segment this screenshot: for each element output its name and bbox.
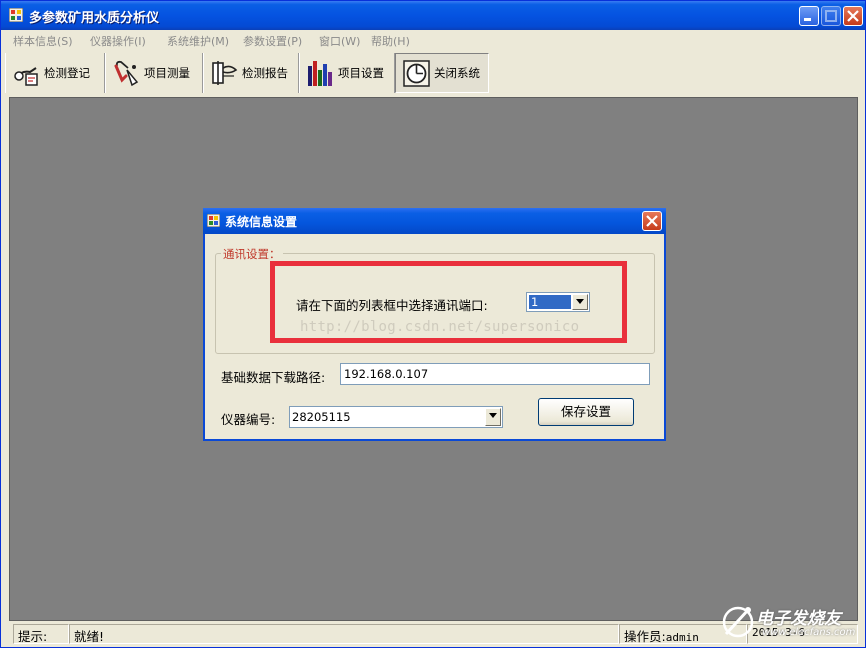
title-bar: 多参数矿用水质分析仪 <box>1 1 865 30</box>
report-button[interactable]: 检测报告 <box>203 53 299 93</box>
status-hint-value: 就绪! <box>69 624 619 644</box>
chevron-down-icon <box>489 413 497 418</box>
dialog-app-icon <box>207 214 220 227</box>
project-settings-label: 项目设置 <box>338 66 384 80</box>
window-bottom-edge <box>0 647 600 648</box>
report-icon <box>212 61 238 85</box>
annotation-highlight-box <box>270 261 627 343</box>
minimize-icon <box>804 18 811 21</box>
dialog-close-button[interactable] <box>642 211 662 231</box>
project-settings-button[interactable]: 项目设置 <box>299 53 395 93</box>
site-logo: 电子发烧友 www.elecfans.com <box>718 594 866 650</box>
register-button[interactable]: 检测登记 <box>5 53 105 93</box>
menu-bar: 样本信息(S) 仪器操作(I) 系统维护(M) 参数设置(P) 窗口(W) 帮助… <box>1 30 865 50</box>
status-operator-value: admin <box>665 631 699 644</box>
minimize-button[interactable] <box>799 6 819 26</box>
download-path-input[interactable]: 192.168.0.107 <box>340 363 650 385</box>
logo-url: www.elecfans.com <box>762 627 856 638</box>
menu-sample-info[interactable]: 样本信息(S) <box>13 33 73 49</box>
report-label: 检测报告 <box>242 66 288 80</box>
comm-settings-legend: 通讯设置： <box>221 246 283 262</box>
measure-icon <box>114 60 139 87</box>
menu-window[interactable]: 窗口(W) <box>319 33 360 49</box>
maximize-icon <box>825 10 837 22</box>
menu-instrument-ops[interactable]: 仪器操作(I) <box>90 33 146 49</box>
menu-parameter-settings[interactable]: 参数设置(P) <box>243 33 302 49</box>
close-icon <box>847 10 859 22</box>
shutdown-button[interactable]: 关闭系统 <box>395 53 489 93</box>
device-select[interactable]: 28205115 <box>289 406 503 428</box>
measure-button[interactable]: 项目测量 <box>105 53 203 93</box>
status-operator-label: 操作员: <box>624 629 666 644</box>
shutdown-icon <box>403 60 430 87</box>
path-label: 基础数据下载路径: <box>221 370 326 385</box>
menu-system-maintenance[interactable]: 系统维护(M) <box>167 33 229 49</box>
register-label: 检测登记 <box>44 66 90 80</box>
device-select-value: 28205115 <box>292 410 351 424</box>
status-hint-label: 提示: <box>13 624 69 644</box>
close-button[interactable] <box>843 6 863 26</box>
device-label: 仪器编号: <box>221 412 276 427</box>
logo-emblem-icon <box>722 606 754 638</box>
shutdown-label: 关闭系统 <box>434 66 480 80</box>
settings-bars-icon <box>308 61 332 86</box>
window-title: 多参数矿用水质分析仪 <box>29 11 160 26</box>
dialog-title-bar: 系统信息设置 <box>203 208 666 234</box>
register-icon <box>14 67 38 86</box>
save-settings-button[interactable]: 保存设置 <box>538 398 634 426</box>
toolbar: 检测登记 项目测量 检测报告 项目设置 关闭系统 <box>5 53 489 93</box>
measure-label: 项目测量 <box>144 66 190 80</box>
app-icon <box>9 8 23 22</box>
device-select-arrow[interactable] <box>485 408 501 426</box>
maximize-button[interactable] <box>821 6 841 26</box>
logo-name: 电子发烧友 <box>756 609 841 629</box>
menu-help[interactable]: 帮助(H) <box>371 33 410 49</box>
close-icon <box>646 215 658 227</box>
dialog-title: 系统信息设置 <box>225 215 298 229</box>
